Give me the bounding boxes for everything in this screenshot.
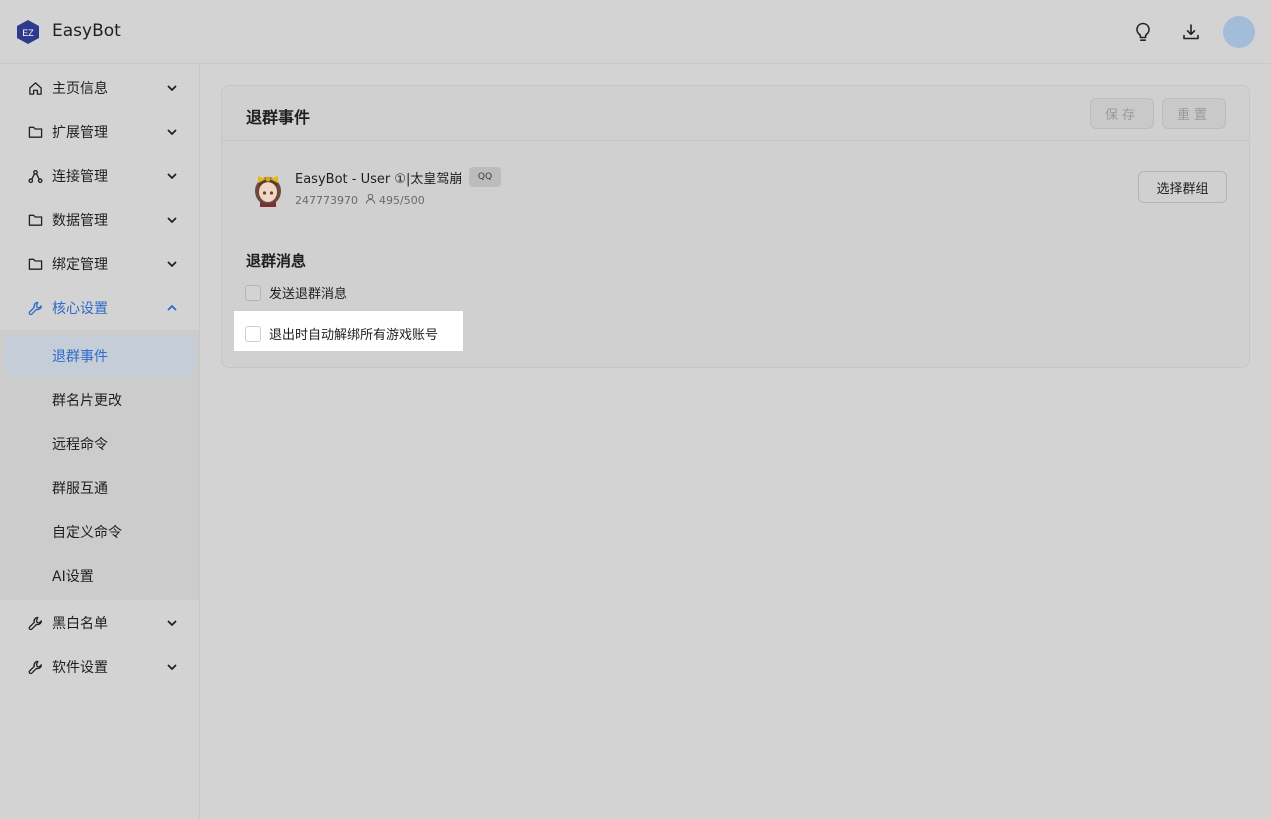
sidebar-item-label: 绑定管理 <box>52 257 108 273</box>
user-avatar[interactable] <box>1223 16 1255 48</box>
chevron-down-icon <box>164 124 180 140</box>
save-button[interactable]: 保存 <box>1090 98 1154 129</box>
auto-unbind-option[interactable]: 退出时自动解绑所有游戏账号 <box>245 324 438 343</box>
sidebar-item-extensions[interactable]: 扩展管理 <box>0 110 199 154</box>
lightbulb-icon[interactable] <box>1131 20 1155 44</box>
network-icon <box>27 168 43 184</box>
home-icon <box>27 80 43 96</box>
section-title: 退群消息 <box>246 252 307 270</box>
select-group-button[interactable]: 选择群组 <box>1138 171 1227 203</box>
sidebar-item-label: 数据管理 <box>52 213 108 229</box>
chevron-up-icon <box>164 300 180 316</box>
send-leave-message-option[interactable]: 发送退群消息 <box>245 283 347 302</box>
sidebar-subitem-ai-settings[interactable]: AI设置 <box>4 556 195 596</box>
platform-badge: QQ <box>469 167 501 187</box>
app-logo: EZ <box>17 20 39 44</box>
group-avatar <box>250 169 286 207</box>
sidebar-subitem-label: 群名片更改 <box>52 393 122 409</box>
page-title: 退群事件 <box>246 108 311 127</box>
auto-unbind-label: 退出时自动解绑所有游戏账号 <box>269 328 439 343</box>
wrench-icon <box>27 300 43 316</box>
sidebar: 主页信息 扩展管理 连接管理 数据管理 绑定管理 核心设置 退群事件 群名片更改… <box>0 64 200 819</box>
sidebar-subitem-label: 退群事件 <box>52 349 108 365</box>
sidebar-item-bindings[interactable]: 绑定管理 <box>0 242 199 286</box>
app-header: EZ EasyBot <box>0 0 1271 64</box>
chevron-down-icon <box>164 615 180 631</box>
wrench-icon <box>27 615 43 631</box>
group-name: EasyBot - User ①|太皇驾崩 <box>295 172 463 187</box>
sidebar-subitem-remote-command[interactable]: 远程命令 <box>4 424 195 464</box>
reset-button[interactable]: 重置 <box>1162 98 1226 129</box>
group-id: 247773970 <box>295 194 358 207</box>
sidebar-item-label: 核心设置 <box>52 301 108 317</box>
sidebar-subitem-group-server-link[interactable]: 群服互通 <box>4 468 195 508</box>
card-header: 退群事件 保存 重置 <box>222 86 1249 141</box>
member-count-text: 495/500 <box>379 193 425 207</box>
sidebar-item-connections[interactable]: 连接管理 <box>0 154 199 198</box>
sidebar-subitem-label: AI设置 <box>52 569 94 585</box>
sidebar-subitem-label: 自定义命令 <box>52 525 122 541</box>
chevron-down-icon <box>164 168 180 184</box>
chevron-down-icon <box>164 212 180 228</box>
sidebar-subitem-card-change[interactable]: 群名片更改 <box>4 380 195 420</box>
sidebar-item-label: 连接管理 <box>52 169 108 185</box>
user-icon <box>365 193 376 207</box>
sidebar-subitem-label: 群服互通 <box>52 481 108 497</box>
auto-unbind-checkbox[interactable] <box>245 325 261 342</box>
auto-unbind-option-highlight: 退出时自动解绑所有游戏账号 <box>234 311 463 351</box>
folder-icon <box>27 212 43 228</box>
folder-icon <box>27 124 43 140</box>
sidebar-item-label: 扩展管理 <box>52 125 108 141</box>
sidebar-item-whitelist[interactable]: 黑白名单 <box>0 601 199 645</box>
member-count: 495/500 <box>365 193 425 207</box>
send-leave-message-label: 发送退群消息 <box>269 287 348 302</box>
send-leave-message-checkbox[interactable] <box>245 284 261 301</box>
wrench-icon <box>27 659 43 675</box>
chevron-down-icon <box>164 256 180 272</box>
sidebar-subitem-custom-command[interactable]: 自定义命令 <box>4 512 195 552</box>
sidebar-item-label: 软件设置 <box>52 660 108 676</box>
sidebar-item-core-settings[interactable]: 核心设置 <box>0 286 199 330</box>
sidebar-subitem-leave-event[interactable]: 退群事件 <box>4 336 195 376</box>
download-icon[interactable] <box>1179 20 1203 44</box>
sidebar-subitem-label: 远程命令 <box>52 437 108 453</box>
svg-text:EZ: EZ <box>22 28 34 38</box>
sidebar-item-label: 黑白名单 <box>52 616 108 632</box>
sidebar-item-home[interactable]: 主页信息 <box>0 66 199 110</box>
folder-icon <box>27 256 43 272</box>
chevron-down-icon <box>164 659 180 675</box>
sidebar-item-label: 主页信息 <box>52 81 108 97</box>
sidebar-item-data[interactable]: 数据管理 <box>0 198 199 242</box>
app-title: EasyBot <box>52 21 121 41</box>
sidebar-item-software-settings[interactable]: 软件设置 <box>0 645 199 689</box>
chevron-down-icon <box>164 80 180 96</box>
